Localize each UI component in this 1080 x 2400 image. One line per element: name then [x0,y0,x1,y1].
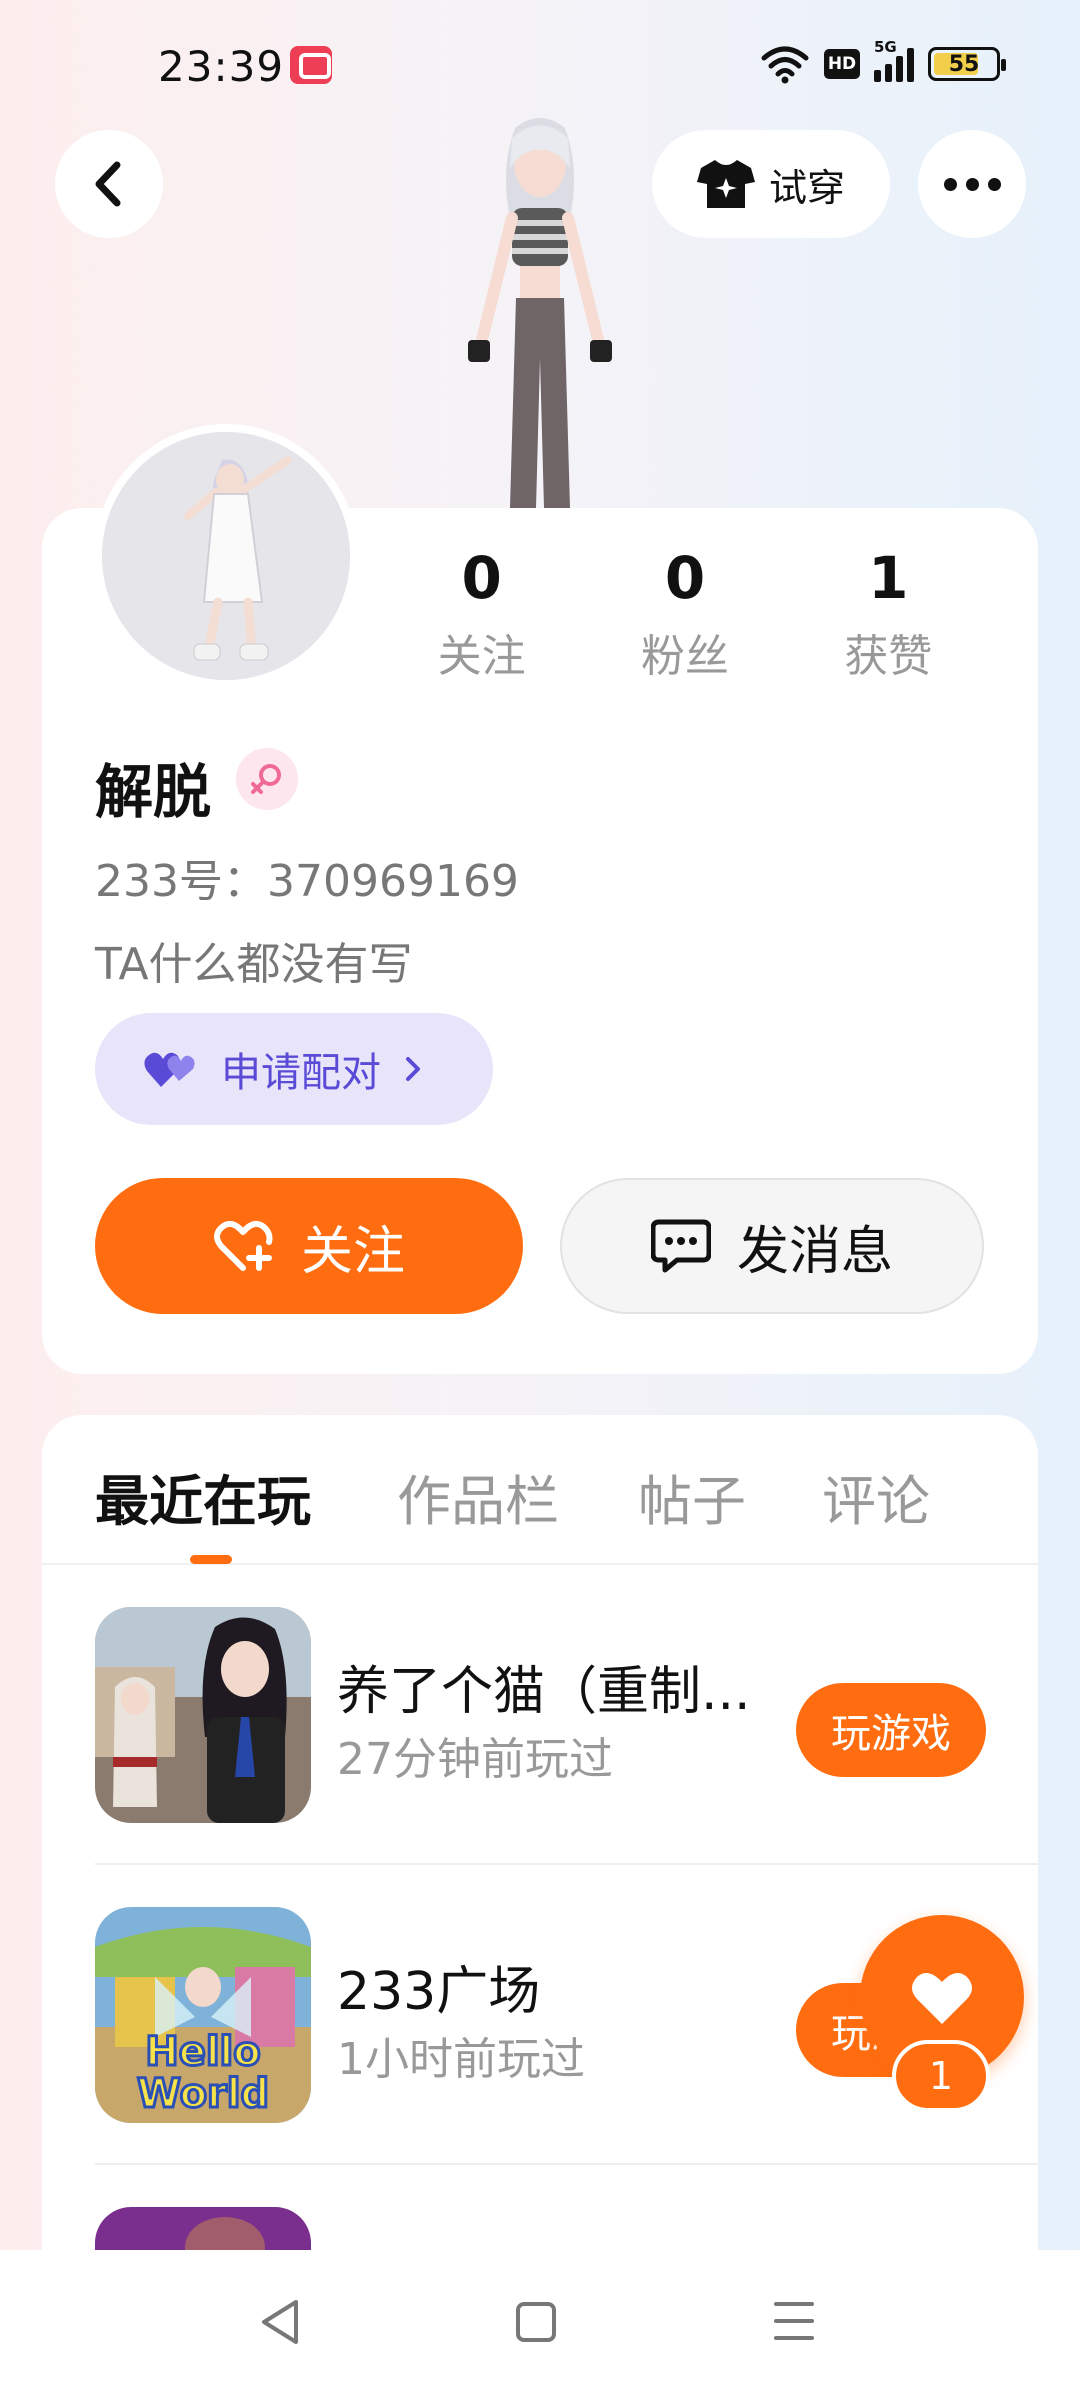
follow-button[interactable]: 关注 [95,1178,523,1314]
tshirt-icon [696,160,755,208]
play-game-button[interactable]: 玩游戏 [796,1683,986,1777]
tab-works[interactable]: 作品栏 [397,1457,559,1536]
female-gender-icon [236,748,298,810]
signal-icon: 5G [874,38,914,82]
tab-comments[interactable]: 评论 [822,1457,930,1536]
nav-back-icon[interactable] [258,2298,302,2346]
tab-active-indicator [190,1555,232,1564]
send-message-button[interactable]: 发消息 [560,1178,984,1314]
nav-home-icon[interactable] [516,2302,556,2342]
game-last-played: 1小时前玩过 [337,2034,585,2085]
tab-posts[interactable]: 帖子 [638,1457,746,1536]
apply-pair-button[interactable]: 申请配对 [95,1013,493,1125]
try-on-button[interactable]: 试穿 [652,130,890,238]
avatar-figure-image [102,432,350,680]
game-last-played: 27分钟前玩过 [337,1734,613,1785]
wifi-icon [761,46,809,84]
likes-count: 1 [868,544,909,612]
following-label: 关注 [437,631,526,682]
following-stat[interactable]: 0 关注 [380,538,583,684]
user-bio: TA什么都没有写 [95,939,413,990]
chat-bubble-icon [650,1219,711,1273]
nav-recents-icon[interactable] [774,2302,814,2353]
avatar[interactable] [94,424,358,688]
game-title: 养了个猫（重制... [337,1662,751,1722]
tab-recently-played[interactable]: 最近在玩 [95,1457,311,1536]
game-list-item[interactable]: 养了个猫（重制... 27分钟前玩过 玩游戏 [95,1565,1038,1865]
profile-stats: 0 关注 0 粉丝 1 获赞 [400,538,990,684]
followers-stat[interactable]: 0 粉丝 [583,538,786,684]
likes-stat[interactable]: 1 获赞 [787,538,990,684]
heart-icon [912,1973,972,2024]
send-message-label: 发消息 [736,1221,893,1282]
system-nav-bar [0,2250,1080,2400]
game-thumbnail [95,1607,311,1823]
hd-badge: HD [824,49,860,79]
signal-label: 5G [874,38,897,56]
back-button[interactable] [55,130,163,238]
username: 解脱 [95,758,212,826]
followers-label: 粉丝 [640,631,729,682]
profile-tabs: 最近在玩 作品栏 帖子 评论 [42,1415,1038,1565]
more-options-button[interactable] [918,130,1026,238]
floating-like-count: 1 [892,2040,990,2112]
avatar-3d-figure [468,118,612,508]
battery-level: 55 [948,51,980,77]
apply-pair-label: 申请配对 [221,1050,381,1096]
game-thumbnail: Hello World [95,1907,311,2123]
likes-label: 获赞 [844,631,933,682]
following-count: 0 [461,544,502,612]
app-notification-icon [290,46,332,84]
status-icons: HD 5G 55 [760,38,1006,84]
more-dots-icon [943,177,1001,191]
try-on-label: 试穿 [768,165,845,210]
thumb-text-world: World [137,2071,269,2117]
user-id: 233号：370969169 [95,856,519,907]
game-title: 233广场 [337,1962,541,2022]
battery-icon: 55 [928,47,1006,81]
thumb-text-hello: Hello [145,2029,261,2075]
chevron-left-icon [95,161,121,207]
heart-plus-icon [214,1220,273,1271]
chevron-right-icon [406,1057,420,1081]
double-heart-icon [144,1052,195,1087]
follow-label: 关注 [300,1221,405,1282]
status-time: 23:39 [158,42,285,91]
followers-count: 0 [664,544,706,612]
